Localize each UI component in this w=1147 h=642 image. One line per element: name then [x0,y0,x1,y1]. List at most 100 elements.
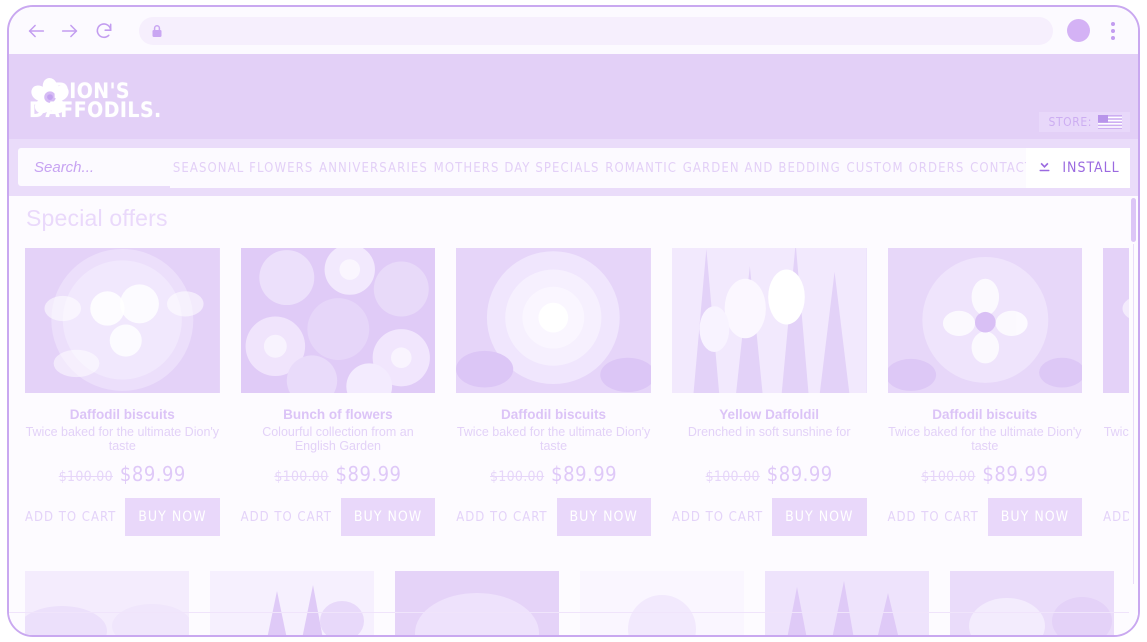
store-label: STORE: [1048,115,1092,129]
product-title: Daffodil biscuits [69,407,175,422]
content-divider [9,612,1130,613]
product-card[interactable]: Bunch of flowers Colourful collection fr… [240,248,436,536]
product-image-yellow-daffodils[interactable] [671,248,867,393]
add-to-cart-link[interactable]: ADD TO CART [241,510,332,525]
reload-icon [94,21,114,41]
site-header: DION'S DAFFODILS. STORE: SEASONAL FLOWER… [9,54,1138,188]
product-image-purple-iris[interactable] [950,571,1114,635]
product-description: Twice baked for the ultimate Dion'y tast… [888,425,1082,453]
site-viewport: DION'S DAFFODILS. STORE: SEASONAL FLOWER… [9,54,1138,635]
new-price: $89.99 [119,462,186,486]
url-bar[interactable] [139,16,1053,45]
product-prices: $100.00 $89.99 [706,462,833,486]
old-price: $100.00 [274,469,329,485]
old-price: $100.00 [490,469,545,485]
product-title: Daffodil biscuits [932,407,1038,422]
avatar[interactable] [1067,19,1090,42]
page-title: Special offers [26,205,168,231]
scrollbar-thumb[interactable] [1131,198,1136,242]
main-navigation: SEASONAL FLOWERS ANNIVERSARIES MOTHERS D… [170,148,1036,188]
arrow-left-icon [25,20,47,42]
new-price: $89.99 [335,462,402,486]
old-price: $100.00 [921,469,976,485]
us-flag-icon [1098,115,1122,129]
product-card[interactable] [210,571,374,635]
nav-item-anniversaries[interactable]: ANNIVERSARIES [319,161,428,176]
back-button[interactable] [19,14,53,48]
product-prices: $100.00 $89.99 [490,462,617,486]
product-image-plate-of-daffodil-biscuits[interactable] [25,248,220,393]
product-image-tulips[interactable] [210,571,374,635]
site-logo[interactable]: DION'S DAFFODILS. [25,60,170,138]
kebab-dot [1111,21,1115,26]
product-prices: $100.00 $89.99 [59,462,186,486]
product-image-rose-close-up[interactable] [456,248,651,393]
add-to-cart-link[interactable]: ADD TO CART [456,510,547,525]
nav-item-romantic[interactable]: ROMANTIC [605,161,677,176]
product-description: Twice baked for the ultimate Dion'y tast… [25,425,220,453]
buy-now-button[interactable]: BUY NOW [772,498,867,536]
product-card[interactable]: Daffodil biscuits Twice baked for the ul… [25,248,220,536]
buy-now-button[interactable]: BUY NOW [987,498,1083,536]
lock-icon [151,24,163,38]
new-price: $89.99 [551,462,618,486]
forward-button[interactable] [53,14,87,48]
old-price: $100.00 [705,469,760,485]
product-card[interactable] [580,571,744,635]
product-card[interactable]: Daffodil biscuits Twice baked for the ul… [887,248,1083,536]
product-title: Yellow Daffoldil [719,407,820,422]
product-card[interactable] [25,571,189,635]
nav-item-seasonal-flowers[interactable]: SEASONAL FLOWERS [173,161,314,176]
scrollbar-track[interactable] [1133,244,1134,584]
add-to-cart-link[interactable]: ADD TO CART [25,510,116,525]
nav-item-mothers-day-specials[interactable]: MOTHERS DAY SPECIALS [434,161,600,176]
product-prices: $100.00 $89.99 [921,462,1048,486]
product-title: Daffodil biscuits [501,407,607,422]
new-price: $89.99 [766,462,833,486]
product-image-flower-field[interactable] [25,571,189,635]
kebab-dot [1111,28,1115,33]
add-to-cart-link[interactable]: ADD TO CART [672,510,763,525]
product-image-white-blossom[interactable] [580,571,744,635]
nav-item-contact[interactable]: CONTACT [970,161,1033,176]
brand-line-2: DAFFODILS. [29,98,162,122]
main-content: Special offers Daffodil biscuits Twice b… [9,196,1138,635]
reload-button[interactable] [87,14,121,48]
product-actions: ADD TO CART BUY NOW [888,498,1083,536]
store-selector[interactable]: STORE: [1039,112,1130,132]
product-actions: ADD TO CART BUY NOW [25,498,220,536]
download-icon [1036,157,1053,179]
buy-now-button[interactable]: BUY NOW [556,498,651,536]
brand-name: DION'S DAFFODILS. [29,81,162,121]
product-card[interactable] [950,571,1114,635]
product-actions: ADD TO CART BUY NOW [672,498,867,536]
buy-now-button[interactable]: BUY NOW [125,498,220,536]
product-grid-row-2 [9,571,1130,635]
install-button[interactable]: INSTALL [1026,148,1130,188]
product-actions: ADD TO CART BUY NOW [241,498,436,536]
kebab-menu-icon[interactable] [1104,21,1122,40]
browser-toolbar [9,7,1138,54]
arrow-right-icon [59,20,81,42]
install-label: INSTALL [1062,160,1120,176]
buy-now-button[interactable]: BUY NOW [340,498,436,536]
product-image-round-bouquet[interactable] [395,571,559,635]
product-card[interactable]: Daffodil biscuits Twice baked for the ul… [456,248,651,536]
product-image-daffodil-bouquet[interactable] [887,248,1083,393]
product-title: Bunch of flowers [283,407,393,422]
product-card[interactable] [765,571,929,635]
product-card[interactable]: Yellow Daffoldil Drenched in soft sunshi… [671,248,867,536]
add-to-cart-link[interactable]: ADD TO CART [888,510,979,525]
product-prices: $100.00 $89.99 [274,462,401,486]
product-image-bunch-of-flowers[interactable] [240,248,436,393]
nav-item-garden-and-bedding[interactable]: GARDEN AND BEDDING [683,161,841,176]
nav-item-custom-orders[interactable]: CUSTOM ORDERS [846,161,964,176]
product-image-green-stems[interactable] [765,571,929,635]
product-card[interactable] [395,571,559,635]
product-description: Colourful collection from an English Gar… [262,425,414,453]
product-actions: ADD TO CART BUY NOW [456,498,651,536]
product-description: Drenched in soft sunshine for [687,425,851,439]
vertical-scrollbar[interactable] [1129,196,1138,635]
browser-window: DION'S DAFFODILS. STORE: SEASONAL FLOWER… [7,5,1140,637]
kebab-dot [1111,35,1115,40]
